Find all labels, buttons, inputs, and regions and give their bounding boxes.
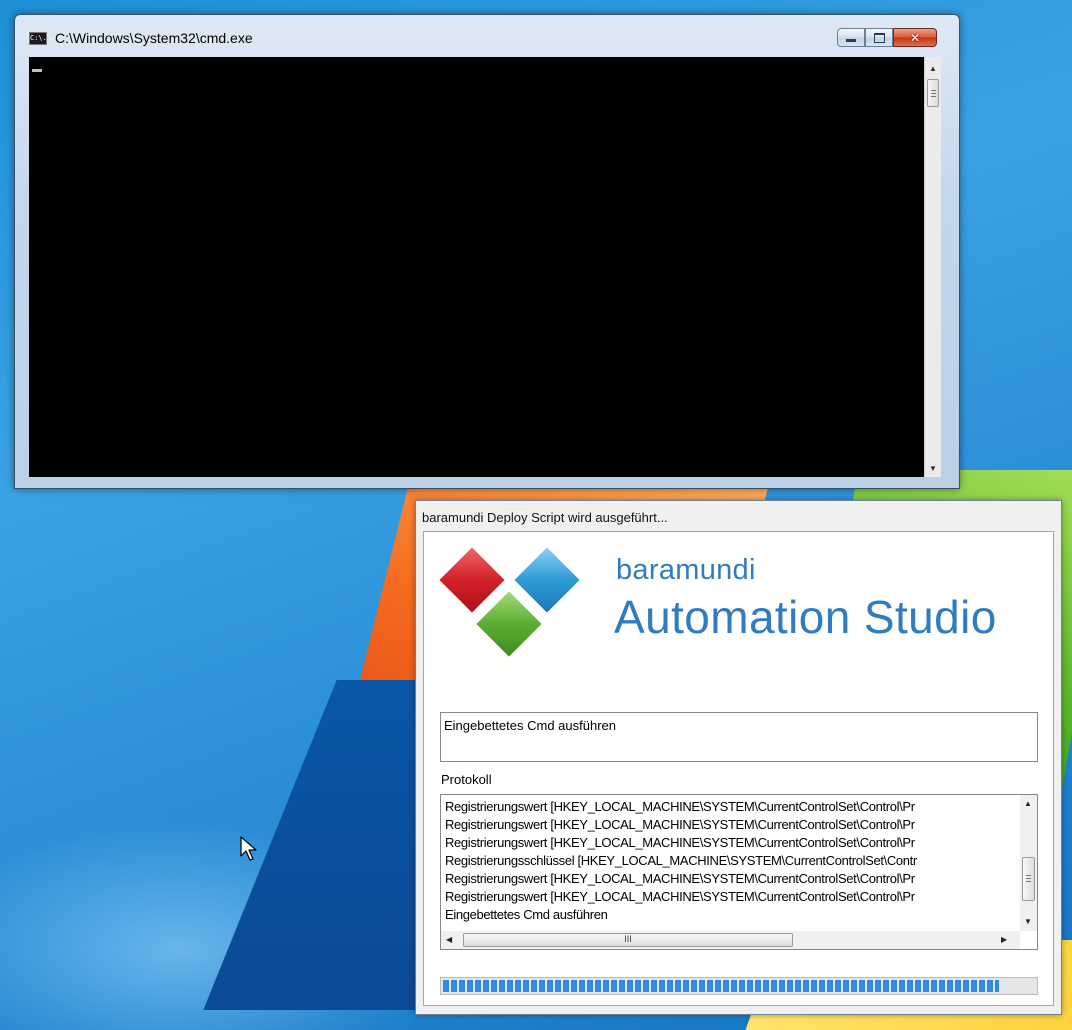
close-icon: ✕ (909, 30, 921, 45)
baramundi-dialog[interactable]: baramundi Deploy Script wird ausgeführt.… (415, 500, 1062, 1015)
maximize-icon (873, 32, 885, 43)
log-hscroll-thumb[interactable]: III (463, 933, 793, 947)
grip-line (931, 96, 936, 97)
scroll-down-arrow-icon[interactable]: ▼ (925, 461, 941, 477)
grip-line (931, 90, 936, 91)
log-entry[interactable]: Registrierungswert [HKEY_LOCAL_MACHINE\S… (445, 888, 1017, 906)
log-entry[interactable]: Registrierungswert [HKEY_LOCAL_MACHINE\S… (445, 816, 1017, 834)
grip-line (1026, 878, 1031, 879)
log-horizontal-scrollbar[interactable]: ◀ III ▶ (441, 931, 1020, 949)
minimize-icon (846, 39, 856, 42)
cmd-window-title: C:\Windows\System32\cmd.exe (55, 30, 253, 46)
log-vscroll-thumb[interactable] (1022, 857, 1035, 901)
progress-fill (443, 980, 1000, 992)
minimize-button[interactable] (837, 28, 865, 47)
log-vertical-scrollbar[interactable]: ▲ ▼ (1020, 795, 1037, 931)
log-entry[interactable]: Registrierungswert [HKEY_LOCAL_MACHINE\S… (445, 870, 1017, 888)
dialog-title: baramundi Deploy Script wird ausgeführt.… (422, 510, 668, 525)
mouse-pointer-icon (240, 836, 257, 861)
log-listbox[interactable]: Registrierungswert [HKEY_LOCAL_MACHINE\S… (440, 794, 1038, 950)
log-label: Protokoll (441, 772, 492, 787)
log-rows: Registrierungswert [HKEY_LOCAL_MACHINE\S… (445, 798, 1017, 924)
scrollbar-thumb[interactable] (927, 79, 939, 107)
scroll-up-arrow-icon[interactable]: ▲ (925, 61, 941, 77)
grip-line (1026, 875, 1031, 876)
log-entry[interactable]: Eingebettetes Cmd ausführen (445, 906, 1017, 924)
cmd-window[interactable]: C:\. C:\Windows\System32\cmd.exe ✕ ▲ ▼ (14, 14, 960, 489)
close-button[interactable]: ✕ (893, 28, 937, 47)
brand-name: baramundi (616, 554, 756, 586)
maximize-button[interactable] (865, 28, 893, 47)
cmd-app-icon[interactable]: C:\. (29, 32, 47, 45)
grip-line (1026, 881, 1031, 882)
scroll-left-arrow-icon[interactable]: ◀ (446, 935, 452, 944)
console-vertical-scrollbar[interactable]: ▲ ▼ (924, 57, 941, 477)
baramundi-logo (436, 544, 583, 660)
current-step-field: Eingebettetes Cmd ausführen (440, 712, 1038, 762)
text-cursor (32, 69, 42, 72)
log-entry[interactable]: Registrierungswert [HKEY_LOCAL_MACHINE\S… (445, 834, 1017, 852)
product-name: Automation Studio (614, 591, 997, 643)
grip-line (931, 93, 936, 94)
log-entry[interactable]: Registrierungswert [HKEY_LOCAL_MACHINE\S… (445, 798, 1017, 816)
cmd-title-bar[interactable]: C:\. C:\Windows\System32\cmd.exe ✕ (15, 15, 959, 55)
progress-bar (440, 977, 1038, 995)
console-output-area[interactable] (29, 57, 924, 477)
caption-buttons: ✕ (837, 28, 937, 48)
log-entry[interactable]: Registrierungsschlüssel [HKEY_LOCAL_MACH… (445, 852, 1017, 870)
dialog-content: baramundi Automation Studio Eingebettete… (423, 531, 1054, 1006)
scroll-right-arrow-icon[interactable]: ▶ (1001, 935, 1007, 944)
scroll-down-arrow-icon[interactable]: ▼ (1024, 917, 1032, 926)
scroll-up-arrow-icon[interactable]: ▲ (1024, 799, 1032, 808)
